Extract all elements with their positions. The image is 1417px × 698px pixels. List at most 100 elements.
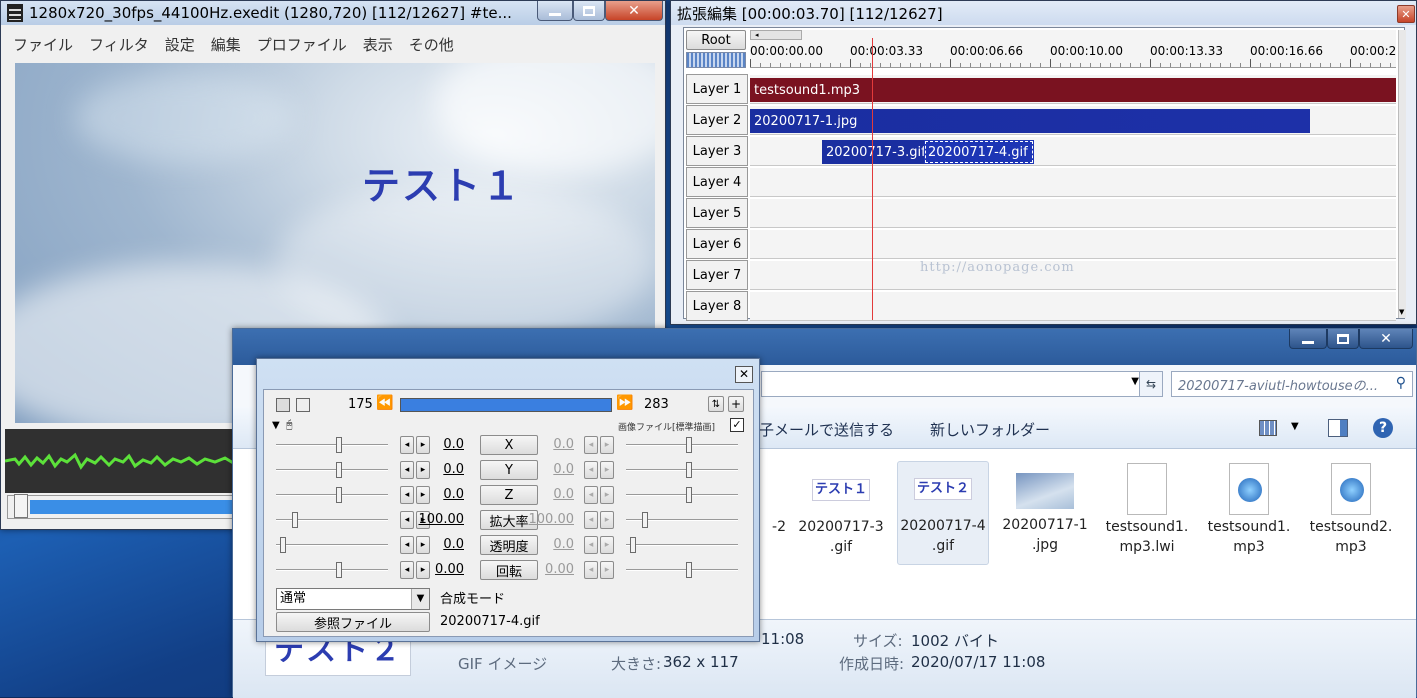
slider-knob[interactable] [630,537,636,553]
timeline-titlebar[interactable]: 拡張編集 [00:00:03.70] [112/12627] [671,1,1416,25]
reference-file-button[interactable]: 参照ファイル [276,612,430,632]
clip-20200717-3[interactable]: 20200717-3.gif [822,140,924,164]
layer-label-7[interactable]: Layer 7 [686,260,748,290]
decrement-button[interactable]: ◂ [400,436,414,454]
slider-knob[interactable] [686,487,692,503]
right-slider[interactable] [626,437,738,453]
menu-settings[interactable]: 設定 [165,34,195,55]
slider-knob[interactable] [642,512,648,528]
left-slider[interactable] [276,437,388,453]
maximize-button[interactable] [573,1,605,21]
minimize-button[interactable] [537,1,573,21]
zoom-slider[interactable] [686,52,746,68]
clip-20200717-4[interactable]: 20200717-4.gif [924,140,1034,164]
view-dropdown-icon[interactable]: ▼ [1291,421,1299,432]
root-button[interactable]: Root [686,30,746,50]
last-frame-icon[interactable]: ⏩ [616,395,633,411]
left-slider[interactable] [276,512,388,528]
slider-knob[interactable] [336,437,342,453]
layer-row-2[interactable]: 20200717-1.jpg [750,105,1396,135]
playhead[interactable] [872,38,873,320]
search-input[interactable]: 20200717-aviutl-howtouseの... ⚲ [1171,371,1413,397]
enable-checkbox[interactable]: ✓ [730,418,744,432]
image-icon[interactable] [296,398,310,412]
file-item[interactable]: 20200717-1 .jpg [997,463,1093,555]
slider-knob[interactable] [336,462,342,478]
param-value-end[interactable]: 100.00 [526,512,575,527]
new-folder-command[interactable]: 新しいフォルダー [930,419,1050,440]
first-frame-icon[interactable]: ⏪ [376,395,393,411]
layer-row-5[interactable] [750,198,1396,228]
seek-bar-thumb[interactable] [14,494,28,518]
right-slider[interactable] [626,512,738,528]
param-value-end[interactable]: 0.0 [526,537,574,552]
close-button[interactable]: ✕ [605,1,663,21]
left-slider[interactable] [276,487,388,503]
layer-label-4[interactable]: Layer 4 [686,167,748,197]
menu-filter[interactable]: フィルタ [89,34,149,55]
collapse-icon[interactable]: ▼ [272,420,280,431]
left-slider[interactable] [276,462,388,478]
param-value-start[interactable]: 0.0 [416,537,464,552]
help-icon[interactable]: ? [1373,418,1393,438]
param-value-start[interactable]: 100.00 [416,512,465,527]
slider-knob[interactable] [280,537,286,553]
preview-pane-icon[interactable] [1328,419,1348,437]
param-value-start[interactable]: 0.00 [416,562,464,577]
explorer-maximize-button[interactable] [1327,329,1359,349]
layer-label-5[interactable]: Layer 5 [686,198,748,228]
layer-label-8[interactable]: Layer 8 [686,291,748,321]
decrement-button[interactable]: ◂ [400,461,414,479]
param-value-end[interactable]: 0.00 [526,562,574,577]
refresh-button[interactable]: ⇆ [1139,371,1163,397]
horizontal-scrollbar[interactable]: ◂ [750,30,802,40]
menu-file[interactable]: ファイル [13,34,73,55]
slider-knob[interactable] [686,462,692,478]
layer-row-1[interactable]: testsound1.mp3 [750,74,1396,104]
layer-row-4[interactable] [750,167,1396,197]
param-value-start[interactable]: 0.0 [416,487,464,502]
menu-profile[interactable]: プロファイル [257,34,347,55]
explorer-close-button[interactable]: ✕ [1359,329,1413,349]
layer-label-1[interactable]: Layer 1 [686,74,748,104]
file-item-selected[interactable]: テスト２ 20200717-4 .gif [897,461,989,565]
menu-other[interactable]: その他 [409,34,454,55]
explorer-minimize-button[interactable] [1289,329,1327,349]
right-slider[interactable] [626,487,738,503]
file-item[interactable]: testsound2. mp3 [1303,463,1399,557]
dialog-close-button[interactable]: ✕ [735,366,753,383]
slider-knob[interactable] [336,562,342,578]
right-slider[interactable] [626,537,738,553]
frame-range-bar[interactable] [400,398,612,412]
vertical-scrollbar[interactable]: ▼ [1398,30,1406,318]
address-bar[interactable]: ▼ [761,371,1146,397]
address-dropdown-icon[interactable]: ▼ [1131,376,1139,387]
view-options-icon[interactable] [1259,420,1277,436]
layer-row-3[interactable]: 20200717-3.gif 20200717-4.gif [750,136,1396,166]
link-button[interactable]: ⇅ [708,396,724,412]
layer-row-6[interactable] [750,229,1396,259]
param-value-start[interactable]: 0.0 [416,462,464,477]
file-item[interactable]: testsound1. mp3.lwi [1099,463,1195,557]
param-value-start[interactable]: 0.0 [416,437,464,452]
clip-testsound1[interactable]: testsound1.mp3 [750,78,1396,102]
layer-label-6[interactable]: Layer 6 [686,229,748,259]
layer-row-8[interactable] [750,291,1396,321]
param-value-end[interactable]: 0.0 [526,437,574,452]
slider-knob[interactable] [336,487,342,503]
blend-mode-select[interactable]: 通常 ▼ [276,588,430,610]
param-value-end[interactable]: 0.0 [526,462,574,477]
timeline-close-button[interactable]: ✕ [1397,5,1415,23]
left-slider[interactable] [276,537,388,553]
param-value-end[interactable]: 0.0 [526,487,574,502]
video-icon[interactable] [276,398,290,412]
right-slider[interactable] [626,562,738,578]
right-slider[interactable] [626,462,738,478]
clip-20200717-1[interactable]: 20200717-1.jpg [750,109,1310,133]
decrement-button[interactable]: ◂ [400,561,414,579]
decrement-button[interactable]: ◂ [400,536,414,554]
layer-label-3[interactable]: Layer 3 [686,136,748,166]
decrement-button[interactable]: ◂ [400,486,414,504]
left-slider[interactable] [276,562,388,578]
file-item[interactable]: テスト１ 20200717-3 .gif [793,463,889,557]
